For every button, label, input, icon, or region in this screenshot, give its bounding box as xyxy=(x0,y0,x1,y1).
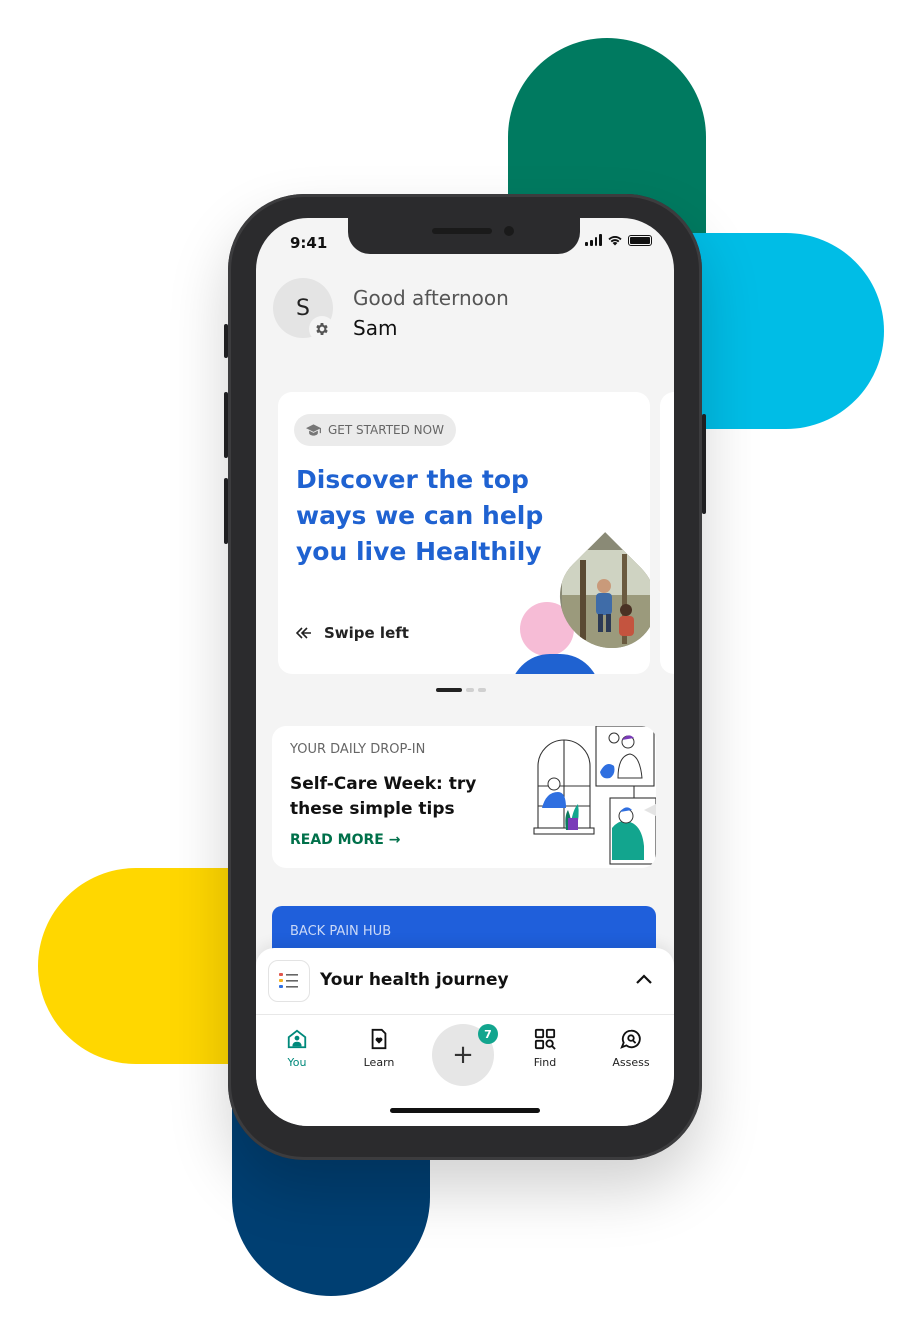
battery-icon xyxy=(628,234,652,246)
notification-badge: 7 xyxy=(478,1024,498,1044)
carousel-dots xyxy=(436,688,486,692)
book-heart-icon xyxy=(371,1028,387,1050)
carousel-dot-active xyxy=(436,688,462,692)
sheet-divider xyxy=(256,1014,674,1015)
checklist-icon xyxy=(268,960,310,1002)
double-arrow-left-icon xyxy=(296,627,311,639)
avatar-initial: S xyxy=(296,295,310,321)
nav-label: Find xyxy=(533,1056,557,1069)
chip-label: GET STARTED NOW xyxy=(328,423,444,437)
volume-up-button xyxy=(224,392,228,458)
chat-search-icon xyxy=(620,1029,641,1049)
daily-title: Self-Care Week: try these simple tips xyxy=(290,774,477,819)
daily-eyebrow: YOUR DAILY DROP-IN xyxy=(290,742,426,757)
bottom-sheet: Your health journey You Learn + 7 Find A… xyxy=(256,948,674,1126)
status-icons xyxy=(585,234,652,246)
nav-label: Assess xyxy=(612,1056,650,1069)
nav-label: Learn xyxy=(363,1056,395,1069)
carousel-dot xyxy=(466,688,474,692)
graduation-cap-icon xyxy=(306,424,321,436)
add-symbol: + xyxy=(452,1040,474,1070)
nav-item-you[interactable]: You xyxy=(262,1028,332,1069)
chevron-up-icon[interactable] xyxy=(636,974,652,984)
greeting-text: Good afternoon xyxy=(353,286,509,310)
carousel-dot xyxy=(478,688,486,692)
decorative-blue-hill xyxy=(510,654,600,674)
read-more-link[interactable]: READ MORE → xyxy=(290,832,400,848)
speaker xyxy=(432,228,492,234)
front-camera xyxy=(504,226,514,236)
hub-label: BACK PAIN HUB xyxy=(290,924,392,939)
gear-icon[interactable] xyxy=(309,316,335,342)
mute-switch xyxy=(224,324,228,358)
status-time: 9:41 xyxy=(290,234,328,252)
power-button xyxy=(702,414,706,514)
get-started-chip: GET STARTED NOW xyxy=(294,414,456,446)
phone-screen: 9:41 S Good afternoon Sam GET STARTED NO… xyxy=(256,218,674,1126)
volume-down-button xyxy=(224,478,228,544)
grid-search-icon xyxy=(534,1028,556,1050)
home-person-icon xyxy=(287,1029,307,1049)
signal-icon xyxy=(585,234,602,246)
home-indicator[interactable] xyxy=(390,1108,540,1113)
notch xyxy=(348,218,580,254)
nav-item-find[interactable]: Find xyxy=(510,1028,580,1069)
wifi-icon xyxy=(608,236,622,246)
phone-frame: 9:41 S Good afternoon Sam GET STARTED NO… xyxy=(224,194,706,1160)
daily-drop-in-card[interactable]: YOUR DAILY DROP-IN Self-Care Week: try t… xyxy=(272,726,656,868)
swipe-hint: Swipe left xyxy=(296,624,409,642)
user-name: Sam xyxy=(353,316,398,340)
next-card-peek[interactable] xyxy=(660,392,674,674)
hero-title: Discover the top ways we can help you li… xyxy=(296,465,544,566)
self-care-illustration xyxy=(533,726,656,865)
nav-item-assess[interactable]: Assess xyxy=(596,1028,666,1069)
swipe-label: Swipe left xyxy=(324,624,409,642)
journey-label[interactable]: Your health journey xyxy=(320,970,509,990)
get-started-card[interactable]: GET STARTED NOW Discover the top ways we… xyxy=(278,392,650,674)
nav-label: You xyxy=(287,1056,307,1069)
nav-item-learn[interactable]: Learn xyxy=(344,1028,414,1069)
